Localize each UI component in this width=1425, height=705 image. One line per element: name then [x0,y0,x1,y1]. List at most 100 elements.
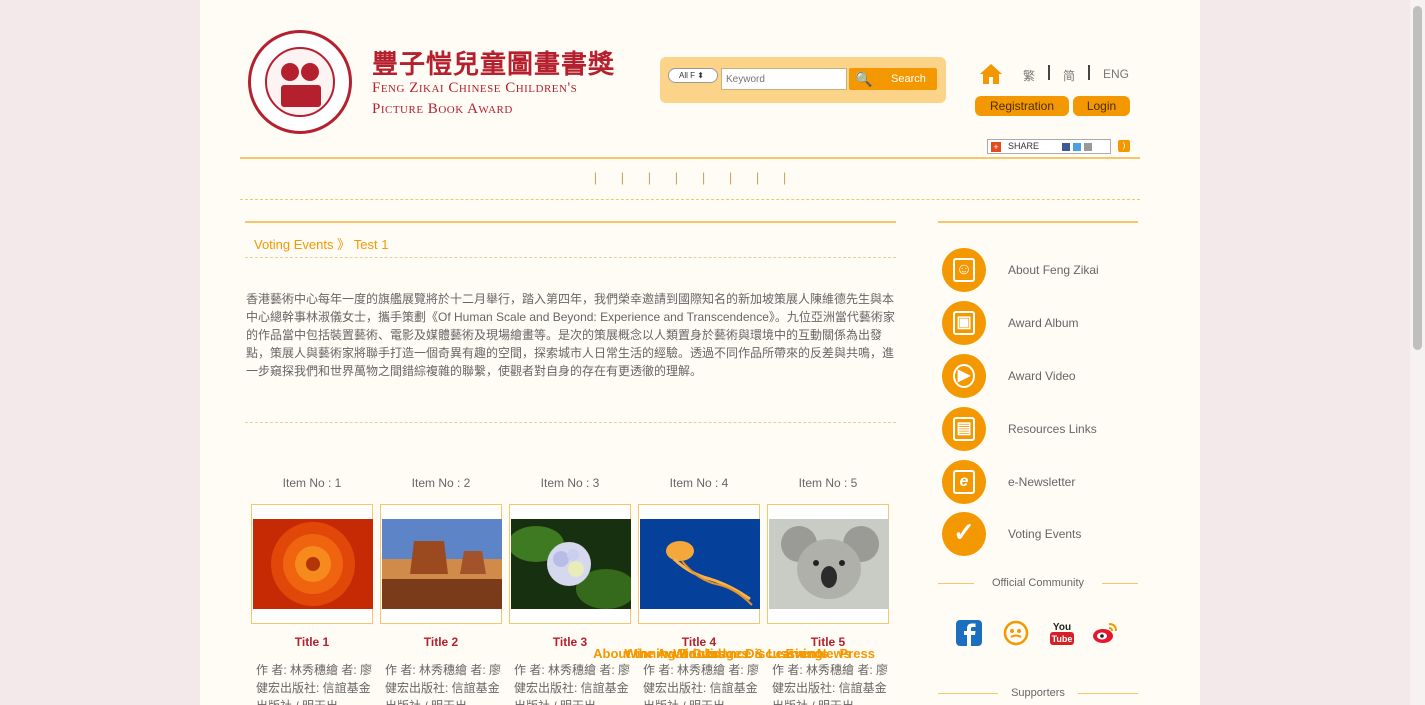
supporters-heading: Supporters [938,687,1138,699]
breadcrumb-current: Test 1 [353,237,389,252]
nav-divider: | [701,170,706,185]
search-button[interactable]: 🔍 Search [849,68,937,90]
sidebar-link-award-video[interactable]: ▶ Award Video [942,354,1142,398]
site-title-chinese[interactable]: 豐子愷兒童圖畫書獎 [372,44,615,81]
item-number: Item No : 4 [669,476,729,490]
sidebar-link-voting-events[interactable]: ✓ Voting Events [942,512,1142,556]
flower-photo [253,519,373,609]
nav-divider: | [782,170,787,185]
item-image-frame[interactable] [638,504,760,624]
svg-text:You: You [1053,622,1071,633]
vertical-scrollbar[interactable] [1410,0,1425,705]
koala-photo [769,519,889,609]
login-button[interactable]: Login [1073,96,1130,116]
hydrangea-photo [511,519,631,609]
lang-divider [1088,65,1090,80]
item-title[interactable]: Title 2 [380,635,502,649]
community-heading: Official Community [938,577,1138,589]
item-description: 作 者: 林秀穗繪 者: 廖健宏出版社: 信誼基金出版社 / 明天出 [772,663,889,705]
nav-divider: | [674,170,679,185]
item-image-frame[interactable] [767,504,889,624]
check-icon: ✓ [942,512,986,556]
item-image-frame[interactable] [251,504,373,624]
email-mini-icon [1084,143,1092,151]
sidebar-link-label: Award Album [1008,316,1079,330]
item-description: 作 者: 林秀穗繪 者: 廖健宏出版社: 信誼基金出版社 / 明天出 [385,663,502,705]
vote-item: Item No : 5 Title 5 作 者: 林秀穗繪 者: 廖健宏出版社:… [767,476,889,705]
home-icon[interactable] [980,64,1002,84]
item-number: Item No : 3 [540,476,600,490]
item-number: Item No : 5 [798,476,858,490]
registration-button[interactable]: Registration [975,96,1069,116]
twitter-mini-icon [1073,143,1081,151]
item-image-frame[interactable] [380,504,502,624]
lang-traditional-link[interactable]: 繁 [1023,67,1035,84]
logo-child-figure [281,63,299,81]
nav-divider: | [620,170,625,185]
sidebar-link-about-feng-zikai[interactable]: ☺ About Feng Zikai [942,248,1142,292]
intro-paragraph: 香港藝術中心每年一度的旗艦展覽將於十二月舉行，踏入第四年，我們榮幸邀請到國際知名… [246,292,895,378]
search-scope-select[interactable]: All F ⬍ [668,68,718,83]
nav-divider: | [755,170,760,185]
item-title[interactable]: Title 1 [251,635,373,649]
nav-bottom-rule [240,199,1140,200]
sidebar-link-label: Resources Links [1008,422,1097,436]
search-input[interactable] [721,68,847,90]
award-logo[interactable] [248,30,352,134]
douban-icon[interactable] [1003,620,1029,646]
nav-divider: | [647,170,652,185]
content-top-rule [245,221,896,223]
item-title[interactable]: Title 3 [509,635,631,649]
album-icon: ▣ [942,301,986,345]
page-container: 豐子愷兒童圖畫書獎 Feng Zikai Chinese Children's … [200,0,1200,705]
share-button[interactable]: + SHARE [987,139,1111,154]
vote-item: Item No : 1 Title 1 作 者: 林秀穗繪 者: 廖健宏出版社:… [251,476,373,705]
item-title[interactable]: Title 5 [767,635,889,649]
weibo-icon[interactable] [1092,620,1118,646]
search-icon: 🔍 [855,71,873,87]
main-nav: About the Award | Winning Books | Winners |… [240,170,1140,661]
item-image-frame[interactable] [509,504,631,624]
sidebar-link-label: About Feng Zikai [1008,263,1099,277]
jellyfish-photo [640,519,760,609]
share-label: SHARE [1008,141,1040,151]
vote-item: Item No : 3 Title 3 作 者: 林秀穗繪 者: 廖健宏出版社:… [509,476,631,705]
share-plus-icon: + [991,142,1001,152]
youtube-icon[interactable]: You Tube [1049,620,1075,646]
vote-item: Item No : 2 Title 2 作 者: 林秀穗繪 者: 廖健宏出版社:… [380,476,502,705]
nav-divider: | [593,170,598,185]
newsletter-icon: e [942,460,986,504]
lang-english-link[interactable]: ENG [1103,67,1129,81]
item-number: Item No : 2 [411,476,471,490]
facebook-icon[interactable] [956,620,982,646]
nav-divider: | [728,170,733,185]
logo-emblem [265,47,335,117]
rss-icon[interactable]: ) [1118,140,1130,152]
breadcrumb-section-link[interactable]: Voting Events [254,237,334,252]
item-description: 作 者: 林秀穗繪 者: 廖健宏出版社: 信誼基金出版社 / 明天出 [643,663,760,705]
site-title-english[interactable]: Picture Book Award [372,101,513,118]
facebook-mini-icon [1062,143,1070,151]
item-description: 作 者: 林秀穗繪 者: 廖健宏出版社: 信誼基金出版社 / 明天出 [514,663,631,705]
lang-divider [1048,65,1050,80]
item-title[interactable]: Title 4 [638,635,760,649]
play-icon: ▶ [942,354,986,398]
sidebar-link-e-newsletter[interactable]: e e-Newsletter [942,460,1142,504]
sidebar-top-rule [938,221,1138,223]
breadcrumb: Voting Events 》 Test 1 [254,234,388,253]
item-number: Item No : 1 [282,476,342,490]
site-title-english[interactable]: Feng Zikai Chinese Children's [372,80,577,97]
item-description: 作 者: 林秀穗繪 者: 廖健宏出版社: 信誼基金出版社 / 明天出 [256,663,373,705]
search-button-label: Search [891,73,926,85]
desert-photo [382,519,502,609]
sidebar-link-label: Award Video [1008,369,1076,383]
portrait-icon: ☺ [942,248,986,292]
sidebar-link-resources-links[interactable]: ▤ Resources Links [942,407,1142,451]
content-divider [245,257,896,258]
sidebar-link-award-album[interactable]: ▣ Award Album [942,301,1142,345]
logo-book-shape [281,85,321,107]
scrollbar-thumb[interactable] [1413,6,1422,350]
breadcrumb-separator: 》 [337,237,351,252]
search-panel: All F ⬍ 🔍 Search [660,57,946,103]
lang-simplified-link[interactable]: 简 [1063,67,1075,84]
